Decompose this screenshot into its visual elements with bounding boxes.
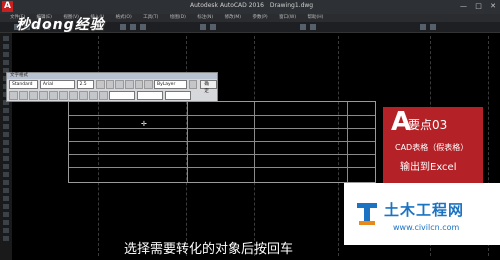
tool-icon[interactable] bbox=[3, 36, 9, 41]
text-format-toolbar: 文字格式 Standard Arial 2.5 ByLayer 确定 bbox=[6, 72, 218, 102]
toolbar-icon[interactable] bbox=[200, 24, 206, 30]
menu-parametric[interactable]: 参数(P) bbox=[252, 15, 267, 20]
text-height-select[interactable]: 2.5 bbox=[76, 80, 94, 89]
menu-help[interactable]: 帮助(H) bbox=[308, 15, 324, 20]
tool-icon[interactable] bbox=[3, 60, 9, 65]
text-style-select[interactable]: Standard bbox=[9, 80, 38, 89]
menu-tools[interactable]: 工具(T) bbox=[143, 15, 158, 20]
table-col-line bbox=[254, 102, 255, 182]
tool-icon[interactable] bbox=[3, 116, 9, 121]
justify-button[interactable] bbox=[49, 91, 58, 100]
badge-line-2: 输出到Excel bbox=[400, 162, 457, 173]
toolbar-icon[interactable] bbox=[430, 24, 436, 30]
cad-table[interactable] bbox=[68, 101, 376, 183]
overline-button[interactable] bbox=[124, 80, 134, 89]
table-row-line bbox=[69, 167, 375, 168]
civilcn-logo-icon bbox=[357, 203, 377, 225]
table-col-line bbox=[187, 102, 188, 182]
tool-icon[interactable] bbox=[3, 44, 9, 49]
width-factor-field[interactable] bbox=[165, 91, 191, 100]
toolbar-icon[interactable] bbox=[210, 24, 216, 30]
toolbar-icon[interactable] bbox=[120, 24, 126, 30]
menu-dimension[interactable]: 标注(N) bbox=[197, 15, 213, 20]
badge-line-1: CAD表格（假表格） bbox=[395, 143, 469, 152]
file-name: Drawing1.dwg bbox=[269, 2, 314, 9]
ruler-button[interactable] bbox=[188, 80, 198, 89]
uppercase-button[interactable] bbox=[79, 91, 88, 100]
tool-icon[interactable] bbox=[3, 124, 9, 129]
window-controls: — □ ✕ bbox=[454, 2, 496, 10]
tool-icon[interactable] bbox=[3, 108, 9, 113]
tool-icon[interactable] bbox=[3, 132, 9, 137]
table-row-line bbox=[69, 128, 375, 129]
tracking-field[interactable] bbox=[137, 91, 163, 100]
badge-title: 要点03 bbox=[408, 118, 448, 132]
font-select[interactable]: Arial bbox=[39, 80, 75, 89]
columns-button[interactable] bbox=[9, 91, 18, 100]
undo-button[interactable] bbox=[134, 80, 144, 89]
toolbar-icon[interactable] bbox=[130, 24, 136, 30]
align-right-button[interactable] bbox=[39, 91, 48, 100]
toolbar-icon[interactable] bbox=[140, 24, 146, 30]
align-left-button[interactable] bbox=[19, 91, 28, 100]
tool-icon[interactable] bbox=[3, 156, 9, 161]
text-format-row-2 bbox=[7, 90, 217, 101]
tool-icon[interactable] bbox=[3, 212, 9, 217]
menu-format[interactable]: 格式(O) bbox=[116, 15, 132, 20]
brand-name: 土木工程网 bbox=[384, 201, 465, 219]
tool-icon[interactable] bbox=[3, 236, 9, 241]
text-format-row-1: Standard Arial 2.5 ByLayer 确定 bbox=[7, 79, 217, 94]
table-row-line bbox=[69, 154, 375, 155]
table-row-line bbox=[69, 115, 375, 116]
toolbar-icon[interactable] bbox=[310, 24, 316, 30]
maximize-button[interactable]: □ bbox=[475, 2, 482, 10]
tool-icon[interactable] bbox=[3, 148, 9, 153]
color-select[interactable]: ByLayer bbox=[154, 80, 187, 89]
tool-icon[interactable] bbox=[3, 196, 9, 201]
tool-icon[interactable] bbox=[3, 188, 9, 193]
numbering-button[interactable] bbox=[59, 91, 68, 100]
brand-url: www.civilcn.com bbox=[393, 223, 460, 232]
autocad-logo-icon[interactable]: A bbox=[2, 1, 13, 12]
symbol-button[interactable] bbox=[99, 91, 108, 100]
table-row-line bbox=[69, 141, 375, 142]
tool-icon[interactable] bbox=[3, 204, 9, 209]
tool-icon[interactable] bbox=[3, 228, 9, 233]
redo-button[interactable] bbox=[144, 80, 153, 89]
close-button[interactable]: ✕ bbox=[490, 2, 496, 10]
subtitle-caption: 选择需要转化的对象后按回车 bbox=[124, 242, 294, 257]
tool-icon[interactable] bbox=[3, 180, 9, 185]
tool-icon[interactable] bbox=[3, 220, 9, 225]
tool-icon[interactable] bbox=[3, 52, 9, 57]
app-name: Autodesk AutoCAD 2016 bbox=[190, 2, 264, 9]
oblique-angle-field[interactable] bbox=[109, 91, 135, 100]
tool-icon[interactable] bbox=[3, 164, 9, 169]
cursor-icon: ✛ bbox=[141, 120, 147, 128]
align-center-button[interactable] bbox=[29, 91, 38, 100]
toolbar-icon[interactable] bbox=[420, 24, 426, 30]
window-title: Autodesk AutoCAD 2016 Drawing1.dwg bbox=[190, 2, 317, 9]
lowercase-button[interactable] bbox=[89, 91, 98, 100]
menu-modify[interactable]: 修改(M) bbox=[225, 15, 241, 20]
tool-icon[interactable] bbox=[3, 140, 9, 145]
minimize-button[interactable]: — bbox=[460, 2, 467, 10]
watermark-logo: 秒dong经验 bbox=[16, 17, 105, 33]
italic-button[interactable] bbox=[105, 80, 115, 89]
tool-icon[interactable] bbox=[3, 172, 9, 177]
bold-button[interactable] bbox=[95, 80, 105, 89]
left-tool-rail bbox=[0, 33, 12, 260]
menu-draw[interactable]: 绘图(D) bbox=[170, 15, 186, 20]
title-bar: A Autodesk AutoCAD 2016 Drawing1.dwg — □… bbox=[0, 0, 500, 15]
menu-window[interactable]: 窗口(W) bbox=[279, 15, 296, 20]
table-col-line bbox=[347, 102, 348, 182]
ok-button[interactable]: 确定 bbox=[200, 80, 217, 94]
insert-field-button[interactable] bbox=[69, 91, 78, 100]
toolbar-icon[interactable] bbox=[300, 24, 306, 30]
underline-button[interactable] bbox=[115, 80, 124, 89]
